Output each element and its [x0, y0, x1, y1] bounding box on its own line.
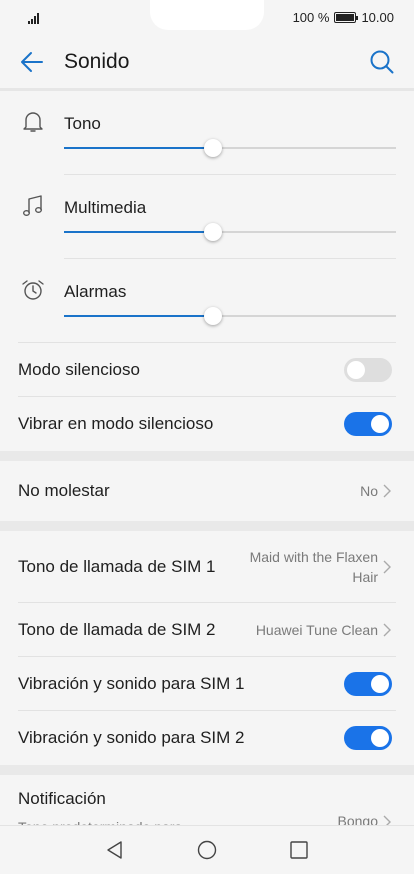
- nav-back-icon[interactable]: [103, 838, 127, 862]
- volume-row-tono: Tono: [0, 91, 414, 175]
- row-value: Bongo: [337, 813, 378, 825]
- volume-slider-alarmas[interactable]: [64, 307, 396, 325]
- row-label: Vibración y sonido para SIM 1: [18, 674, 245, 693]
- sim2-vibration-row[interactable]: Vibración y sonido para SIM 2: [0, 711, 414, 765]
- app-header: Sonido: [0, 36, 414, 88]
- notification-sound-row[interactable]: Notificación Tono predeterminado para Me…: [0, 775, 414, 825]
- slider-knob[interactable]: [204, 139, 223, 157]
- row-label: No molestar: [18, 481, 110, 500]
- volume-label: Alarmas: [64, 282, 127, 301]
- volume-slider-multimedia[interactable]: [64, 223, 396, 241]
- battery-percent: 100 %: [292, 10, 330, 25]
- chevron-right-icon: [383, 623, 391, 637]
- row-value: No: [360, 483, 378, 499]
- slider-knob[interactable]: [204, 223, 223, 241]
- section-gap: [0, 765, 414, 775]
- page-title: Sonido: [64, 50, 130, 73]
- row-value: Huawei Tune Clean: [255, 622, 378, 638]
- vibrate-silent-row[interactable]: Vibrar en modo silencioso: [0, 397, 414, 451]
- nav-home-icon[interactable]: [195, 838, 219, 862]
- sim1-vibration-toggle[interactable]: [344, 672, 392, 696]
- status-bar: 100 % 10.00: [0, 0, 414, 36]
- sim2-ringtone-row[interactable]: Tono de llamada de SIM 2 Huawei Tune Cle…: [0, 603, 414, 657]
- sim1-vibration-row[interactable]: Vibración y sonido para SIM 1: [0, 657, 414, 711]
- row-label: Tono de llamada de SIM 1: [18, 557, 216, 576]
- signal-icon: [28, 12, 42, 24]
- volume-label: Tono: [64, 114, 101, 133]
- vibrate-silent-toggle[interactable]: [344, 412, 392, 436]
- sim1-ringtone-row[interactable]: Tono de llamada de SIM 1 Maid with the F…: [0, 531, 414, 603]
- search-icon[interactable]: [368, 48, 396, 76]
- volume-slider-tono[interactable]: [64, 139, 396, 157]
- back-arrow-icon[interactable]: [18, 48, 46, 76]
- section-gap: [0, 521, 414, 531]
- navigation-bar: [0, 825, 414, 874]
- camera-notch: [150, 0, 264, 30]
- battery-icon: [334, 12, 359, 23]
- chevron-right-icon: [383, 484, 391, 498]
- settings-list[interactable]: Tono Multimedia Alarmas Modo silencioso …: [0, 91, 414, 825]
- status-right: 100 % 10.00: [293, 10, 394, 25]
- slider-knob[interactable]: [204, 307, 223, 325]
- row-label: Modo silencioso: [18, 360, 140, 379]
- clock: 10.00: [361, 10, 394, 25]
- silent-mode-toggle[interactable]: [344, 358, 392, 382]
- alarm-clock-icon: [22, 280, 44, 300]
- row-label: Vibración y sonido para SIM 2: [18, 728, 245, 747]
- row-label: Tono de llamada de SIM 2: [18, 620, 216, 639]
- volume-label: Multimedia: [64, 198, 147, 217]
- chevron-right-icon: [383, 560, 391, 574]
- row-label: Vibrar en modo silencioso: [18, 414, 214, 433]
- bell-icon: [23, 112, 43, 132]
- section-gap: [0, 451, 414, 461]
- row-subtitle: Tono predeterminado para Mensajes, Corre…: [18, 817, 238, 825]
- sim2-vibration-toggle[interactable]: [344, 726, 392, 750]
- do-not-disturb-row[interactable]: No molestar No: [0, 461, 414, 521]
- nav-recents-icon[interactable]: [287, 838, 311, 862]
- row-value: Maid with the Flaxen Hair: [249, 549, 378, 585]
- row-label: Notificación: [18, 789, 106, 808]
- chevron-right-icon: [383, 815, 391, 825]
- volume-row-alarmas: Alarmas: [0, 259, 414, 343]
- volume-row-multimedia: Multimedia: [0, 175, 414, 259]
- music-note-icon: [23, 195, 42, 217]
- silent-mode-row[interactable]: Modo silencioso: [0, 343, 414, 397]
